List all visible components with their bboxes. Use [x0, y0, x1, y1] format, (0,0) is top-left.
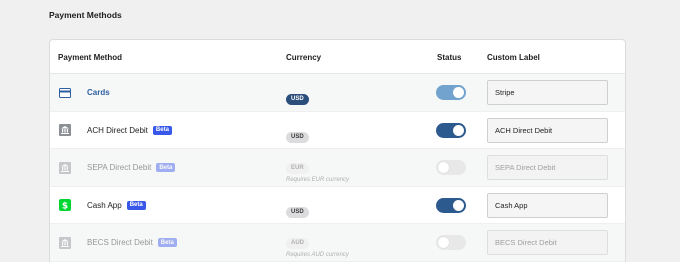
currency-cell: EUR Requires EUR currency [286, 156, 349, 183]
currency-cell: USD [286, 125, 309, 143]
status-toggle-cash-app[interactable] [436, 197, 466, 213]
cash-app-icon: $ [58, 199, 71, 212]
beta-badge: Beta [152, 125, 172, 135]
custom-label-input-cash-app[interactable] [487, 192, 608, 218]
header-payment-method: Payment Method [58, 53, 123, 62]
table-header: Payment Method Currency Status Custom La… [50, 40, 625, 74]
bank-icon [58, 236, 71, 249]
toggle-knob [453, 87, 464, 98]
beta-badge: Beta [126, 200, 146, 210]
currency-requirement-note: Requires AUD currency [286, 252, 349, 258]
custom-label-input-ach[interactable] [487, 117, 608, 143]
currency-badge: AUD [286, 238, 309, 249]
payment-method-name: Cards [87, 88, 110, 97]
header-status: Status [437, 53, 462, 62]
header-custom-label: Custom Label [487, 53, 540, 62]
toggle-knob [438, 162, 449, 173]
payment-methods-table: Payment Method Currency Status Custom La… [49, 39, 626, 262]
status-toggle-sepa[interactable] [436, 160, 466, 175]
header-currency: Currency [286, 53, 322, 62]
custom-label-input-becs[interactable] [487, 230, 608, 255]
beta-badge: Beta [157, 238, 177, 247]
currency-badge: EUR [286, 163, 309, 174]
table-row-sepa: SEPA Direct Debit Beta EUR Requires EUR … [50, 149, 625, 187]
table-row-cash-app: $ Cash App Beta USD [50, 186, 625, 224]
table-row-ach: ACH Direct Debit Beta USD [50, 111, 625, 149]
bank-icon [58, 124, 71, 137]
credit-card-icon [58, 86, 71, 99]
currency-cell: USD [286, 200, 309, 218]
status-toggle-cards[interactable] [436, 85, 466, 100]
custom-label-input-cards[interactable] [487, 80, 608, 105]
beta-badge: Beta [156, 163, 176, 172]
currency-requirement-note: Requires EUR currency [286, 177, 350, 183]
payment-method-link-cards[interactable]: Cards [87, 88, 110, 97]
payment-method-name: Cash App [87, 200, 122, 210]
toggle-knob [453, 199, 464, 211]
bank-icon [58, 161, 71, 174]
status-toggle-becs[interactable] [436, 235, 466, 250]
currency-cell: AUD Requires AUD currency [286, 231, 349, 258]
currency-cell: USD [286, 87, 309, 105]
currency-badge: USD [286, 206, 309, 218]
currency-badge: USD [286, 94, 309, 105]
payment-method-name: SEPA Direct Debit [87, 163, 152, 172]
table-row-cards: Cards USD [50, 74, 625, 112]
currency-badge: USD [286, 131, 309, 143]
section-title: Payment Methods [49, 10, 122, 20]
table-row-becs: BECS Direct Debit Beta AUD Requires AUD … [50, 224, 625, 262]
custom-label-input-sepa[interactable] [487, 155, 608, 180]
toggle-knob [438, 237, 449, 248]
status-toggle-ach[interactable] [436, 122, 466, 138]
payment-method-name: ACH Direct Debit [87, 125, 148, 135]
toggle-knob [453, 124, 464, 136]
payment-method-name: BECS Direct Debit [87, 238, 153, 247]
svg-text:$: $ [61, 201, 67, 211]
